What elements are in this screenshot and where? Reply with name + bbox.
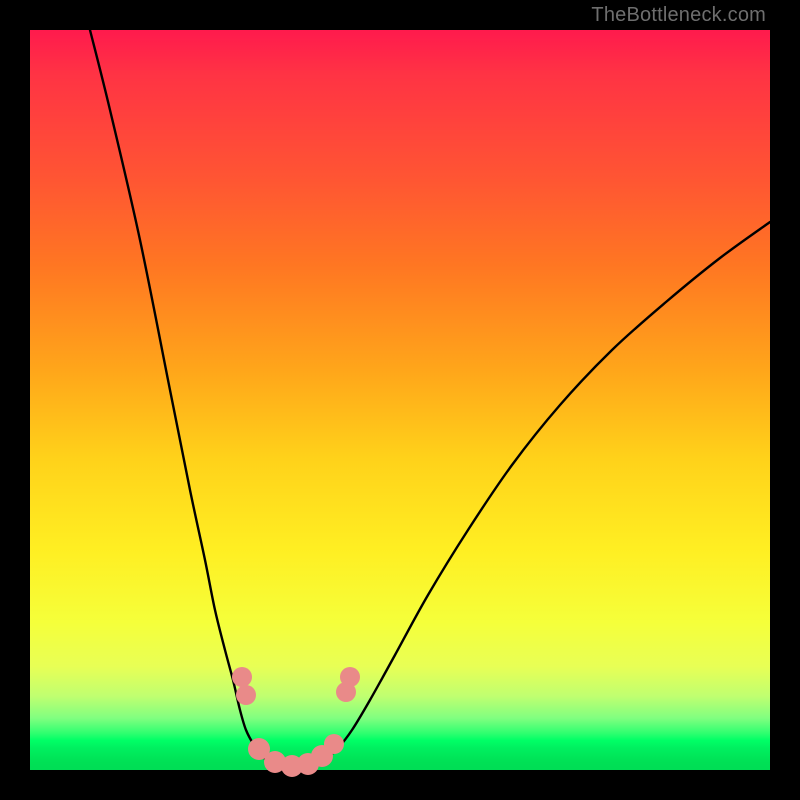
chart-svg: [30, 30, 770, 770]
data-marker: [340, 667, 360, 687]
data-marker: [236, 685, 256, 705]
right-curve: [292, 222, 770, 768]
watermark-text: TheBottleneck.com: [591, 4, 766, 27]
left-curve: [90, 30, 292, 768]
data-marker: [232, 667, 252, 687]
chart-frame: [30, 30, 770, 770]
marker-group: [232, 667, 360, 777]
data-marker: [324, 734, 344, 754]
